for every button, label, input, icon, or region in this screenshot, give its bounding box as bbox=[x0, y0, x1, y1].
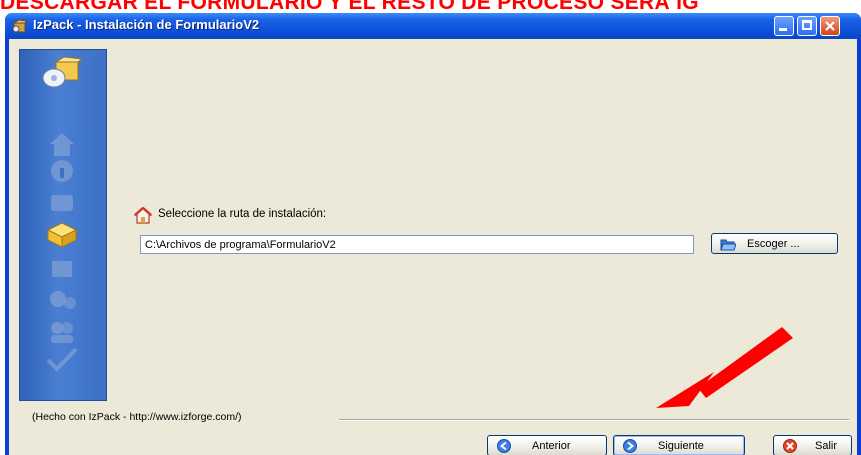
footer-divider bbox=[339, 419, 849, 421]
next-label: Siguiente bbox=[658, 440, 704, 452]
installer-window: IzPack - Instalación de FormularioV2 Sel… bbox=[5, 13, 861, 455]
previous-button[interactable]: Anterior bbox=[487, 435, 607, 455]
title-bar[interactable]: IzPack - Instalación de FormularioV2 bbox=[5, 13, 861, 39]
licence-step-icon bbox=[51, 195, 73, 211]
packs-step-icon bbox=[52, 261, 72, 277]
home-folder-icon bbox=[134, 207, 152, 224]
close-button[interactable] bbox=[820, 16, 840, 36]
exit-label: Salir bbox=[815, 440, 838, 452]
previous-label: Anterior bbox=[532, 440, 571, 452]
install-progress-step-icon bbox=[50, 291, 76, 309]
install-path-label: Seleccione la ruta de instalación: bbox=[158, 208, 327, 220]
back-arrow-icon bbox=[497, 439, 511, 453]
minimize-button[interactable] bbox=[774, 16, 794, 36]
forward-arrow-icon bbox=[623, 439, 637, 453]
next-button[interactable]: Siguiente bbox=[613, 435, 745, 455]
choose-folder-button[interactable]: Escoger ... bbox=[711, 233, 838, 254]
izpack-credit: (Hecho con IzPack - http://www.izforge.c… bbox=[32, 411, 242, 423]
finish-check-step-icon bbox=[46, 347, 78, 372]
maximize-button[interactable] bbox=[797, 16, 817, 36]
maximize-icon bbox=[802, 20, 812, 30]
install-box-logo-icon bbox=[42, 56, 82, 88]
installer-client-area: Seleccione la ruta de instalación: Escog… bbox=[9, 39, 857, 455]
minimize-icon bbox=[779, 28, 787, 31]
exit-button[interactable]: Salir bbox=[773, 435, 852, 455]
close-icon bbox=[825, 21, 835, 31]
steps-side-panel bbox=[19, 49, 107, 401]
izpack-app-icon bbox=[12, 19, 28, 33]
install-path-input[interactable] bbox=[140, 235, 694, 254]
choose-folder-label: Escoger ... bbox=[747, 238, 800, 250]
exit-x-icon bbox=[783, 439, 797, 453]
open-folder-icon bbox=[720, 239, 736, 251]
target-folder-step-icon bbox=[46, 222, 78, 248]
info-step-icon bbox=[51, 160, 73, 182]
window-title: IzPack - Instalación de FormularioV2 bbox=[33, 17, 260, 32]
